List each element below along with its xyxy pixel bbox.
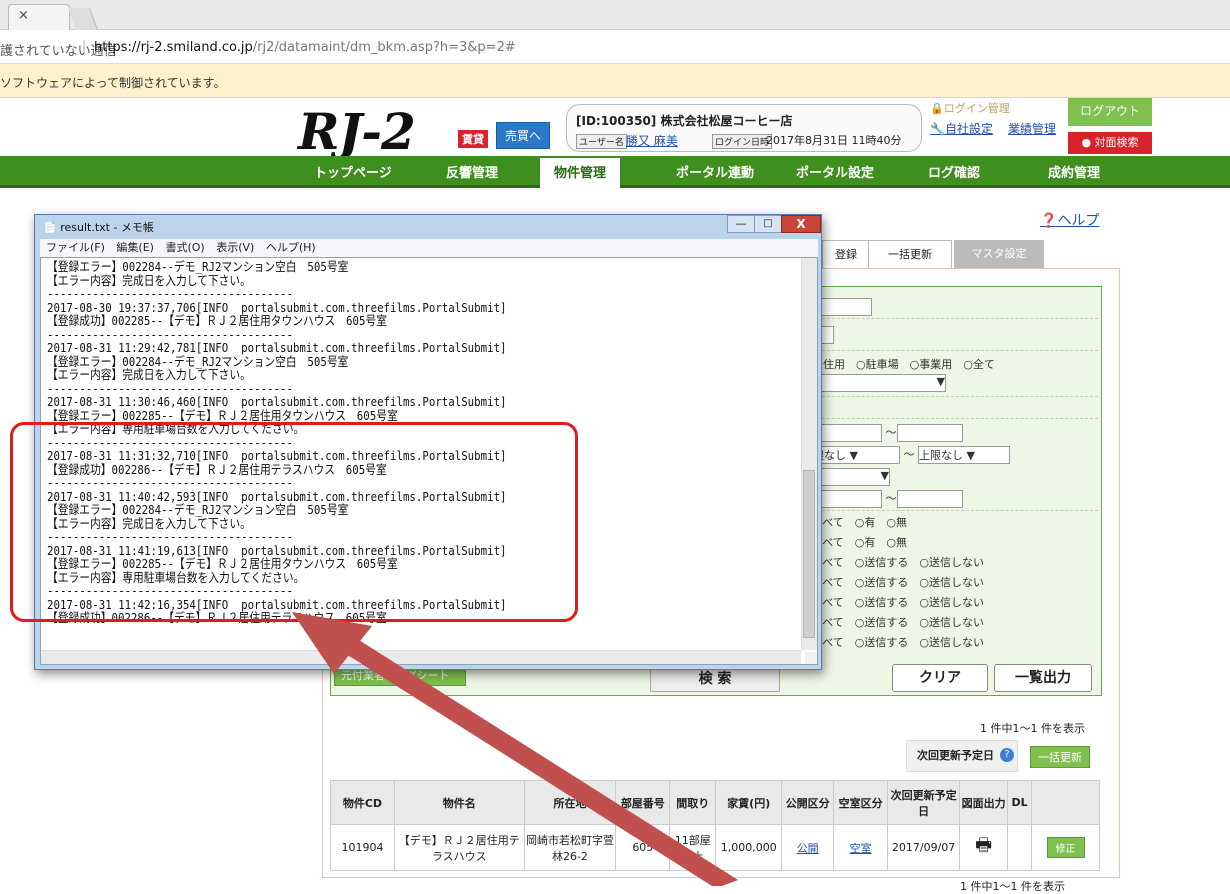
arrow-shaft bbox=[324, 628, 738, 886]
annotation-arrow bbox=[292, 612, 738, 886]
